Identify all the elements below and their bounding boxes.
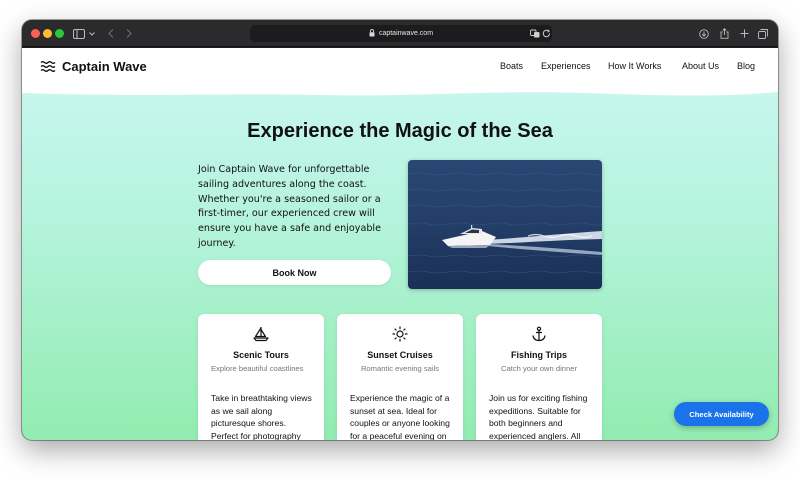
card-scenic-tours[interactable]: Scenic Tours Explore beautiful coastline… (198, 314, 324, 440)
browser-toolbar: captainwave.com (22, 20, 778, 47)
sun-icon (392, 326, 408, 346)
speedboat-photo (408, 160, 602, 289)
nav-link-blog[interactable]: Blog (737, 61, 755, 71)
card-description: Experience the magic of a sunset at sea.… (350, 393, 450, 440)
reload-icon[interactable] (541, 26, 551, 41)
minimize-window-button[interactable] (43, 29, 52, 38)
card-fishing-trips[interactable]: Fishing Trips Catch your own dinner Join… (476, 314, 602, 440)
nav-link-experiences[interactable]: Experiences (541, 61, 591, 71)
card-title: Sunset Cruises (367, 350, 433, 360)
book-now-button[interactable]: Book Now (198, 260, 391, 285)
sailboat-icon (252, 326, 270, 346)
card-subtitle: Romantic evening sails (360, 364, 440, 373)
card-subtitle: Catch your own dinner (501, 364, 577, 373)
waves-icon (40, 57, 56, 76)
chevron-down-icon[interactable] (88, 26, 96, 41)
close-window-button[interactable] (31, 29, 40, 38)
card-description: Join us for exciting fishing expeditions… (489, 393, 588, 440)
new-tab-icon[interactable] (738, 26, 750, 41)
nav-link-boats[interactable]: Boats (500, 61, 523, 71)
sidebar-toggle-icon[interactable] (72, 26, 86, 41)
nav-link-how-it-works[interactable]: How It Works (608, 61, 661, 71)
card-sunset-cruises[interactable]: Sunset Cruises Romantic evening sails Ex… (337, 314, 463, 440)
tab-overview-icon[interactable] (757, 26, 769, 41)
browser-window: captainwave.com Captain Wave Boats Exper… (22, 20, 778, 440)
share-icon[interactable] (718, 26, 730, 41)
hero-intro-text: Join Captain Wave for unforgettable sail… (198, 164, 381, 249)
card-title: Scenic Tours (233, 350, 289, 360)
address-bar[interactable]: captainwave.com (250, 25, 552, 42)
url-text: captainwave.com (378, 30, 434, 37)
translate-icon[interactable] (530, 26, 540, 41)
forward-icon[interactable] (124, 26, 134, 41)
site-header: Captain Wave Boats Experiences How It Wo… (22, 48, 778, 96)
card-title: Fishing Trips (510, 350, 567, 360)
card-description: Take in breathtaking views as we sail al… (211, 393, 312, 440)
card-subtitle: Explore beautiful coastlines (211, 364, 304, 373)
check-availability-button[interactable]: Check Availability (674, 402, 769, 426)
downloads-icon[interactable] (698, 26, 710, 41)
site-logo[interactable]: Captain Wave (40, 57, 147, 76)
nav-link-about-us[interactable]: About Us (682, 61, 719, 71)
zoom-window-button[interactable] (55, 29, 64, 38)
lock-icon (369, 28, 375, 39)
back-icon[interactable] (106, 26, 116, 41)
logo-text: Captain Wave (62, 59, 147, 74)
hero-title: Experience the Magic of the Sea (247, 120, 553, 142)
anchor-icon (531, 326, 547, 346)
web-page: Captain Wave Boats Experiences How It Wo… (22, 48, 778, 440)
